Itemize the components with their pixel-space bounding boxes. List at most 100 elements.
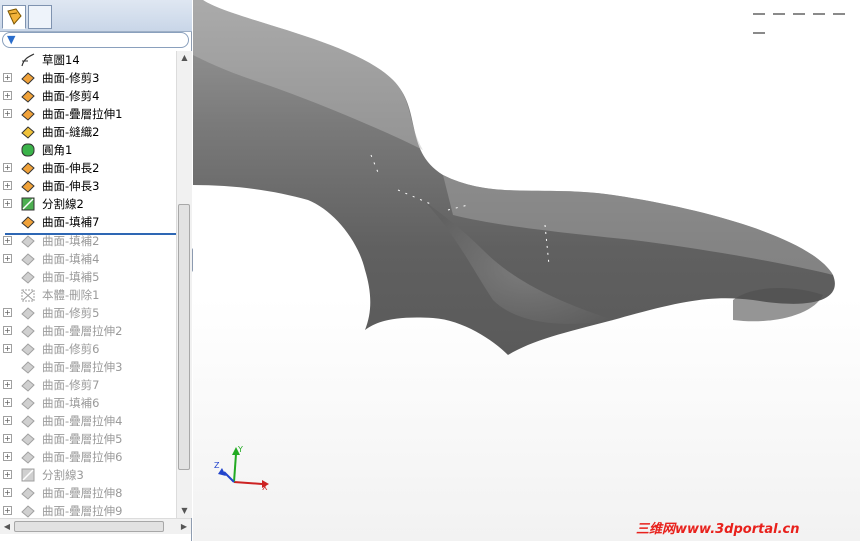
surface-model — [193, 0, 835, 355]
split-line-icon — [20, 196, 36, 212]
surface-loft-icon — [20, 106, 36, 122]
expand-toggle-icon[interactable]: + — [3, 416, 12, 425]
tree-item-label: 曲面-修剪7 — [42, 378, 100, 392]
hscrollbar-thumb[interactable] — [14, 521, 164, 532]
tree-item[interactable]: 曲面-填補7 — [0, 213, 176, 231]
surface-loft-icon — [20, 431, 36, 447]
expand-toggle-icon[interactable]: + — [3, 380, 12, 389]
tree-item-label: 曲面-縫織2 — [42, 125, 100, 139]
expand-toggle-icon[interactable]: + — [3, 73, 12, 82]
surface-loft-icon — [20, 485, 36, 501]
expand-toggle-icon[interactable]: + — [3, 91, 12, 100]
expand-toggle-icon[interactable]: + — [3, 506, 12, 515]
tab-feature-manager[interactable] — [2, 5, 26, 29]
tree-filter-input[interactable]: ▼ — [2, 32, 189, 48]
tree-item-label: 曲面-修剪5 — [42, 306, 100, 320]
expand-toggle-icon[interactable]: + — [3, 398, 12, 407]
tree-horizontal-scrollbar[interactable]: ◀ ▶ — [0, 518, 191, 534]
tree-item[interactable]: + 曲面-疊層拉伸5 — [0, 430, 176, 448]
rollback-bar[interactable] — [5, 233, 176, 235]
sketch-icon — [20, 52, 36, 68]
expand-toggle-icon[interactable]: + — [3, 254, 12, 263]
feature-manager-panel: ▼ 草圖14 + 曲面-修剪3 + 曲面-修剪4 + 曲面-疊層拉伸1 曲面-縫織2 圓角1 + 曲… — [0, 0, 192, 541]
expand-toggle-icon[interactable]: + — [3, 181, 12, 190]
tree-item[interactable]: + 分割線2 — [0, 195, 176, 213]
expand-toggle-icon[interactable]: + — [3, 109, 12, 118]
scroll-left-arrow-icon[interactable]: ◀ — [0, 519, 14, 534]
surface-fill-icon — [20, 395, 36, 411]
tree-item[interactable]: + 曲面-填補6 — [0, 394, 176, 412]
tree-item[interactable]: 曲面-疊層拉伸3 — [0, 358, 176, 376]
scroll-up-arrow-icon[interactable]: ▲ — [177, 51, 192, 65]
tree-item-label: 曲面-疊層拉伸4 — [42, 414, 123, 428]
expand-toggle-icon[interactable]: + — [3, 434, 12, 443]
triad-z-label: Z — [214, 461, 220, 470]
expand-toggle-icon[interactable]: + — [3, 488, 12, 497]
expand-toggle-icon[interactable]: + — [3, 308, 12, 317]
expand-toggle-icon[interactable]: + — [3, 344, 12, 353]
tree-item-label: 曲面-修剪4 — [42, 89, 100, 103]
tree-item-label: 曲面-疊層拉伸5 — [42, 432, 123, 446]
tree-item[interactable]: 曲面-縫織2 — [0, 123, 176, 141]
surface-loft-icon — [20, 359, 36, 375]
tree-item[interactable]: + 曲面-疊層拉伸4 — [0, 412, 176, 430]
surface-trim-icon — [20, 88, 36, 104]
tree-item-label: 分割線3 — [42, 468, 84, 482]
tree-item[interactable]: 草圖14 — [0, 51, 176, 69]
tree-item[interactable]: 本體-刪除1 — [0, 286, 176, 304]
tab-property-manager[interactable] — [28, 5, 52, 29]
scrollbar-thumb[interactable] — [178, 204, 190, 470]
surface-trim-icon — [20, 70, 36, 86]
tree-item[interactable]: + 分割線3 — [0, 466, 176, 484]
tree-vertical-scrollbar[interactable]: ▲ ▼ — [176, 51, 192, 518]
expand-toggle-icon[interactable]: + — [3, 452, 12, 461]
tree-item[interactable]: + 曲面-修剪6 — [0, 340, 176, 358]
surface-loft-icon — [20, 323, 36, 339]
tree-item-label: 曲面-疊層拉伸1 — [42, 107, 123, 121]
surface-knit-icon — [20, 124, 36, 140]
tree-item[interactable]: + 曲面-修剪4 — [0, 87, 176, 105]
tree-item[interactable]: + 曲面-伸長2 — [0, 159, 176, 177]
tree-item-label: 本體-刪除1 — [42, 288, 100, 302]
tree-item[interactable]: + 曲面-疊層拉伸8 — [0, 484, 176, 502]
triad-y-label: Y — [237, 445, 243, 454]
split-line-icon — [20, 467, 36, 483]
tree-item[interactable]: + 曲面-修剪5 — [0, 304, 176, 322]
expand-toggle-icon[interactable]: + — [3, 163, 12, 172]
surface-fill-icon — [20, 269, 36, 285]
feature-tree: 草圖14 + 曲面-修剪3 + 曲面-修剪4 + 曲面-疊層拉伸1 曲面-縫織2 圓角1 + 曲面-… — [0, 51, 176, 518]
expand-toggle-icon[interactable]: + — [3, 470, 12, 479]
tree-item[interactable]: + 曲面-疊層拉伸6 — [0, 448, 176, 466]
tree-item[interactable]: + 曲面-修剪3 — [0, 69, 176, 87]
tree-item[interactable]: 圓角1 — [0, 141, 176, 159]
tree-item[interactable]: + 曲面-修剪7 — [0, 376, 176, 394]
tree-item-label: 曲面-修剪3 — [42, 71, 100, 85]
scroll-down-arrow-icon[interactable]: ▼ — [177, 504, 192, 518]
filter-funnel-icon: ▼ — [7, 33, 16, 46]
tree-item-label: 曲面-疊層拉伸9 — [42, 504, 123, 518]
scroll-right-arrow-icon[interactable]: ▶ — [177, 519, 191, 534]
expand-toggle-icon[interactable]: + — [3, 326, 12, 335]
surface-loft-icon — [20, 503, 36, 518]
tree-item-label: 曲面-疊層拉伸2 — [42, 324, 123, 338]
tree-item[interactable]: 曲面-填補5 — [0, 268, 176, 286]
triad-x-label: X — [262, 483, 268, 492]
watermark-text: 三维网www.3dportal.cn — [636, 522, 800, 537]
surface-fill-icon — [20, 214, 36, 230]
body-delete-icon — [20, 287, 36, 303]
tree-item-label: 曲面-伸長2 — [42, 161, 100, 175]
surface-trim-icon — [20, 377, 36, 393]
graphics-viewport[interactable]: X Y Z — [193, 0, 860, 541]
surface-extend-icon — [20, 178, 36, 194]
expand-toggle-icon[interactable]: + — [3, 199, 12, 208]
tree-item-label: 曲面-填補5 — [42, 270, 100, 284]
tree-item[interactable]: + 曲面-伸長3 — [0, 177, 176, 195]
tree-item-label: 圓角1 — [42, 143, 73, 157]
expand-toggle-icon[interactable]: + — [3, 236, 12, 245]
tree-item[interactable]: + 曲面-疊層拉伸1 — [0, 105, 176, 123]
tree-item[interactable]: + 曲面-填補4 — [0, 250, 176, 268]
tree-item[interactable]: + 曲面-疊層拉伸9 — [0, 502, 176, 518]
tree-item-label: 曲面-修剪6 — [42, 342, 100, 356]
surface-fill-icon — [20, 251, 36, 267]
tree-item[interactable]: + 曲面-疊層拉伸2 — [0, 322, 176, 340]
